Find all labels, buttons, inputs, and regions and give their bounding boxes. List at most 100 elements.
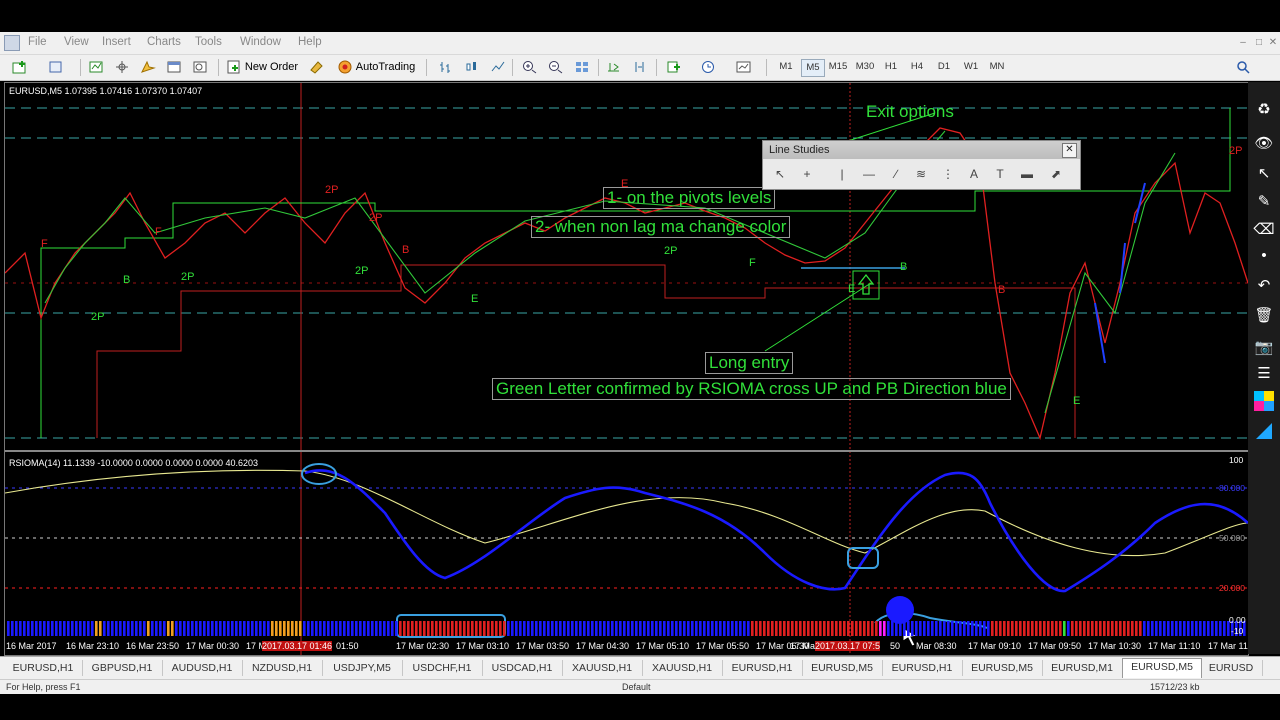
auto-scroll-icon[interactable] xyxy=(604,58,624,76)
chart-tab[interactable]: AUDUSD,H1 xyxy=(162,660,243,676)
text-icon[interactable]: A xyxy=(963,165,985,183)
trendline-icon[interactable]: ∕ xyxy=(885,165,907,183)
menu-help[interactable]: Help xyxy=(298,36,322,48)
autotrading-button[interactable]: AutoTrading xyxy=(333,58,419,76)
bar-chart-icon[interactable] xyxy=(436,58,456,76)
fibonacci-icon[interactable]: ≋ xyxy=(910,165,932,183)
tile-windows-icon[interactable] xyxy=(572,58,592,76)
zoom-out-icon[interactable] xyxy=(546,58,566,76)
eye-icon[interactable]: 👁 xyxy=(1252,132,1276,154)
timeframe-d1[interactable]: D1 xyxy=(934,59,954,75)
pivot-letter: 2P xyxy=(181,271,195,283)
pb-direction-bar xyxy=(615,621,618,636)
menu-window[interactable]: Window xyxy=(240,36,281,48)
new-chart-icon[interactable] xyxy=(10,58,30,76)
chart-tab[interactable]: XAUUSD,H1 xyxy=(562,660,643,676)
channel-icon[interactable]: ⋮ xyxy=(937,165,959,183)
menu-charts[interactable]: Charts xyxy=(147,36,181,48)
chart-tab[interactable]: USDCHF,H1 xyxy=(402,660,483,676)
chart-tab[interactable]: USDJPY,M5 xyxy=(322,660,403,676)
eraser-icon[interactable]: ⌫ xyxy=(1252,218,1276,240)
pb-direction-bar xyxy=(1115,621,1118,636)
data-window-icon[interactable] xyxy=(112,58,132,76)
pb-direction-bar xyxy=(1083,621,1086,636)
timeframe-h4[interactable]: H4 xyxy=(907,59,927,75)
timeframe-m15[interactable]: M15 xyxy=(826,59,850,75)
menu-insert[interactable]: Insert xyxy=(102,36,131,48)
search-icon[interactable] xyxy=(1234,58,1254,76)
chart-shift-icon[interactable] xyxy=(630,58,650,76)
market-watch-icon[interactable] xyxy=(86,58,106,76)
arrows-icon[interactable]: ⬈ xyxy=(1045,165,1067,183)
horizontal-line-icon[interactable]: — xyxy=(858,165,880,183)
timeframe-m30[interactable]: M30 xyxy=(853,59,877,75)
restore-icon[interactable]: □ xyxy=(1252,36,1266,50)
pointer-icon[interactable]: ↖ xyxy=(1252,162,1276,184)
metaeditor-icon[interactable] xyxy=(307,58,327,76)
pencil-icon[interactable]: ✎ xyxy=(1252,190,1276,212)
pb-direction-bar xyxy=(583,621,586,636)
chart-tab[interactable]: EURUSD xyxy=(1200,660,1263,676)
pb-direction-bar xyxy=(795,621,798,636)
line-studies-close-icon[interactable]: ✕ xyxy=(1062,143,1077,158)
chart-tab[interactable]: EURUSD,H1 xyxy=(882,660,963,676)
undo-icon[interactable]: ↶ xyxy=(1252,274,1276,296)
pb-direction-bar xyxy=(751,621,754,636)
chart-tab[interactable]: EURUSD,M5 xyxy=(962,660,1043,676)
chart-tab[interactable]: GBPUSD,H1 xyxy=(82,660,163,676)
minimize-icon[interactable]: – xyxy=(1236,36,1250,50)
chart-tab[interactable]: EURUSD,M5 xyxy=(1122,658,1202,678)
navigator-icon[interactable] xyxy=(138,58,158,76)
chart-tab[interactable]: EURUSD,M5 xyxy=(802,660,883,676)
timeframe-h1[interactable]: H1 xyxy=(881,59,901,75)
pb-direction-bar xyxy=(1199,621,1202,636)
timeframe-m5[interactable]: M5 xyxy=(801,59,825,77)
close-icon[interactable]: ✕ xyxy=(1266,36,1280,50)
pin-icon[interactable]: ♻ xyxy=(1252,98,1276,120)
vertical-line-icon[interactable]: | xyxy=(831,165,853,183)
pb-direction-bar xyxy=(19,621,22,636)
text-label-icon[interactable]: T xyxy=(989,165,1011,183)
new-order-button[interactable]: New Order xyxy=(224,58,300,76)
camera-icon[interactable]: 📷 xyxy=(1252,336,1276,358)
fill-icon[interactable] xyxy=(1252,420,1276,442)
pb-direction-histogram xyxy=(7,621,1246,636)
timeframe-mn[interactable]: MN xyxy=(986,59,1008,75)
chart-tab[interactable]: EURUSD,M1 xyxy=(1042,660,1123,676)
pb-direction-bar xyxy=(355,621,358,636)
scale-label: 20.000 xyxy=(1219,583,1245,593)
pb-direction-bar xyxy=(195,621,198,636)
periods-icon[interactable] xyxy=(698,58,718,76)
profiles-icon[interactable] xyxy=(46,58,66,76)
color-palette-icon[interactable] xyxy=(1252,390,1276,412)
pivot-letter: 2P xyxy=(369,212,383,224)
pb-direction-bar xyxy=(911,621,914,636)
strategy-tester-icon[interactable] xyxy=(190,58,210,76)
zoom-in-icon[interactable] xyxy=(520,58,540,76)
timeframe-m1[interactable]: M1 xyxy=(776,59,796,75)
chart-tab[interactable]: NZDUSD,H1 xyxy=(242,660,323,676)
terminal-icon[interactable] xyxy=(164,58,184,76)
menu-view[interactable]: View xyxy=(64,36,89,48)
templates-icon[interactable] xyxy=(734,58,754,76)
chart-tab[interactable]: USDCAD,H1 xyxy=(482,660,563,676)
candlesticks-icon[interactable] xyxy=(462,58,482,76)
list-icon[interactable]: ☰ xyxy=(1252,362,1276,384)
line-studies-toolbar[interactable]: Line Studies ✕ ↖ + | — ∕ ≋ ⋮ A T ▬ ⬈ xyxy=(762,140,1081,190)
chart-tab[interactable]: EURUSD,H1 xyxy=(722,660,803,676)
pb-direction-bar xyxy=(959,621,962,636)
menu-file[interactable]: File xyxy=(28,36,47,48)
indicators-icon[interactable] xyxy=(664,58,684,76)
timeframe-w1[interactable]: W1 xyxy=(960,59,982,75)
pb-direction-bar xyxy=(47,621,50,636)
cursor-icon[interactable]: ↖ xyxy=(769,165,791,183)
trash-icon[interactable]: 🗑 xyxy=(1252,304,1276,326)
label-icon[interactable]: ▬ xyxy=(1016,165,1038,183)
chart-tab[interactable]: EURUSD,H1 xyxy=(4,660,83,676)
line-chart-icon[interactable] xyxy=(488,58,508,76)
pb-direction-bar xyxy=(691,621,694,636)
crosshair-icon[interactable]: + xyxy=(796,165,818,183)
chart-tab[interactable]: XAUUSD,H1 xyxy=(642,660,723,676)
menu-tools[interactable]: Tools xyxy=(195,36,222,48)
dot-icon[interactable]: • xyxy=(1252,244,1276,266)
